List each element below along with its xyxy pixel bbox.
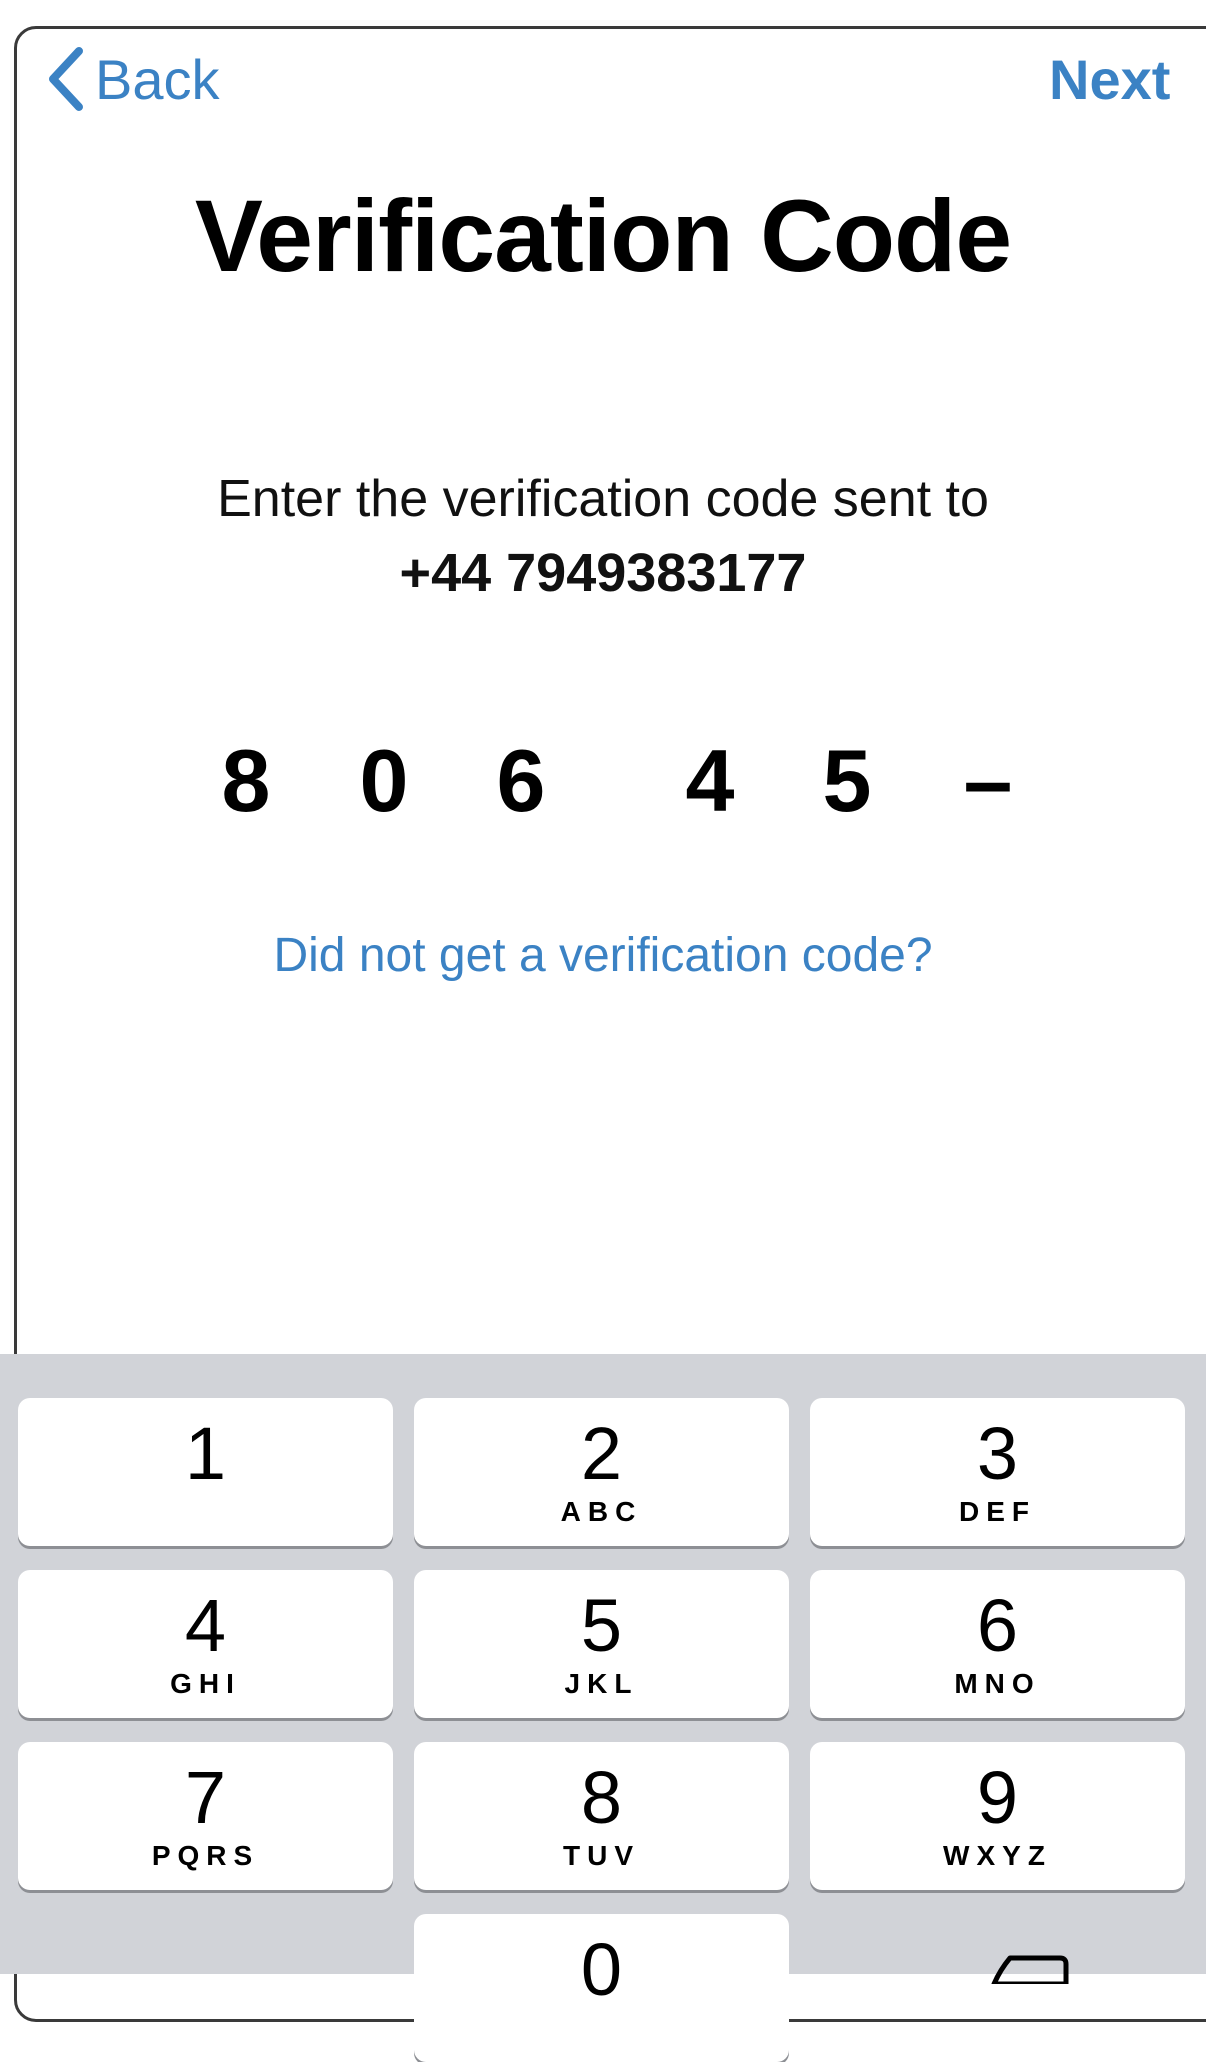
key-letters: DEF (959, 1496, 1036, 1527)
key-number: 2 (580, 1412, 623, 1495)
resend-code-link[interactable]: Did not get a verification code? (0, 928, 1206, 983)
key-number: 0 (580, 1928, 623, 2011)
key-7[interactable]: 7 PQRS (18, 1742, 393, 1890)
code-digit-5: 5 (822, 731, 872, 830)
instruction-line: Enter the verification code sent to (217, 470, 989, 528)
key-letters: WXYZ (943, 1840, 1052, 1871)
navigation-bar: Back Next (17, 29, 1206, 139)
key-letters: TUV (563, 1840, 640, 1871)
key-3[interactable]: 3 DEF (810, 1398, 1185, 1546)
code-digit-4: 4 (685, 731, 735, 830)
key-number: 9 (976, 1756, 1019, 1839)
code-digit-3: 6 (496, 731, 546, 830)
key-letters: ABC (560, 1496, 643, 1527)
back-button[interactable]: Back (45, 39, 220, 119)
key-0[interactable]: 0 (414, 1914, 789, 2062)
key-letters: GHI (170, 1668, 241, 1699)
key-letters: MNO (954, 1668, 1041, 1699)
code-digit-1: 8 (221, 731, 271, 830)
key-6[interactable]: 6 MNO (810, 1570, 1185, 1718)
key-number: 6 (976, 1584, 1019, 1667)
back-label: Back (95, 47, 220, 111)
page-title: Verification Code (194, 179, 1012, 293)
key-letters: JKL (564, 1668, 639, 1699)
key-8[interactable]: 8 TUV (414, 1742, 789, 1890)
next-button[interactable]: Next (1049, 39, 1170, 119)
key-number: 8 (580, 1756, 623, 1839)
code-digit-6-placeholder: – (963, 731, 1013, 830)
key-letters: PQRS (151, 1840, 260, 1871)
key-4[interactable]: 4 GHI (18, 1570, 393, 1718)
code-digit-2: 0 (359, 731, 409, 830)
key-number: 7 (184, 1756, 227, 1839)
key-9[interactable]: 9 WXYZ (810, 1742, 1185, 1890)
key-5[interactable]: 5 JKL (414, 1570, 789, 1718)
chevron-left-icon (49, 47, 83, 111)
backspace-icon[interactable] (990, 1954, 1070, 1984)
key-number: 4 (184, 1584, 227, 1667)
verification-code-field[interactable]: 8 0 6 4 5 – (0, 730, 1206, 860)
key-1[interactable]: 1 (18, 1398, 393, 1546)
key-number: 1 (184, 1412, 227, 1495)
numeric-keypad: 1 2 ABC 3 DEF 4 GHI 5 JKL 6 MNO 7 PQRS 8… (0, 1354, 1206, 2062)
phone-number: +44 7949383177 (399, 543, 807, 603)
key-2[interactable]: 2 ABC (414, 1398, 789, 1546)
instruction-text: Enter the verification code sent to +44 … (0, 462, 1206, 610)
key-number: 5 (580, 1584, 623, 1667)
key-number: 3 (976, 1412, 1019, 1495)
